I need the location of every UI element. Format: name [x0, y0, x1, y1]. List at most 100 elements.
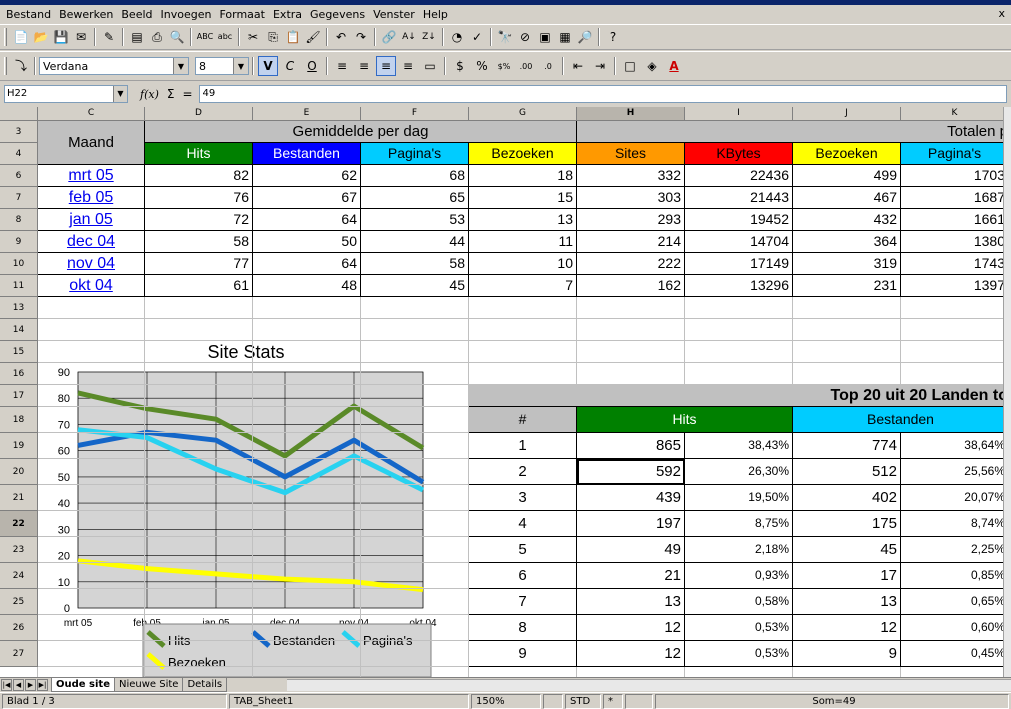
top20-hits-pct[interactable]: 26,30%	[685, 459, 793, 485]
top20-hits[interactable]: 12	[577, 641, 685, 667]
table-cell[interactable]: 64	[253, 253, 361, 275]
table-cell[interactable]: 162	[577, 275, 685, 297]
top20-bestanden[interactable]: 774	[793, 433, 901, 459]
table-cell[interactable]: 62	[253, 165, 361, 187]
align-center-icon[interactable]: ≡	[354, 56, 374, 76]
top20-hits[interactable]: 13	[577, 589, 685, 615]
column-header-H[interactable]: H	[577, 107, 685, 121]
table-cell[interactable]: 1687	[901, 187, 1009, 209]
table-cell[interactable]: 44	[361, 231, 469, 253]
top20-hits-pct[interactable]: 0,53%	[685, 641, 793, 667]
maand-header[interactable]: Maand	[38, 121, 145, 165]
top20-hits[interactable]: 865	[577, 433, 685, 459]
selected-cell[interactable]	[577, 459, 685, 485]
sum-icon[interactable]: Σ	[167, 87, 175, 101]
table-cell[interactable]: 432	[793, 209, 901, 231]
top20-bestanden-pct[interactable]: 0,60%	[901, 615, 1009, 641]
decrease-indent-icon[interactable]: ⇤	[568, 56, 588, 76]
top20-hits[interactable]: 49	[577, 537, 685, 563]
table-cell[interactable]: 45	[361, 275, 469, 297]
row-header-8[interactable]: 8	[0, 209, 38, 231]
hyperlink-icon[interactable]: 🔗	[380, 28, 398, 46]
maand-link[interactable]: jan 05	[38, 209, 145, 231]
table-cell[interactable]: 1743	[901, 253, 1009, 275]
tab-details[interactable]: Details	[182, 678, 228, 692]
borders-icon[interactable]: □	[620, 56, 640, 76]
background-color-icon[interactable]: ◈	[642, 56, 662, 76]
column-header-3[interactable]: Bezoeken	[469, 143, 577, 165]
table-cell[interactable]: 22436	[685, 165, 793, 187]
maand-link[interactable]: okt 04	[38, 275, 145, 297]
maand-link[interactable]: mrt 05	[38, 165, 145, 187]
table-cell[interactable]: 21443	[685, 187, 793, 209]
sort-descending-icon[interactable]: Z↓	[420, 28, 438, 46]
row-header-16[interactable]: 16	[0, 363, 38, 385]
find-replace-icon[interactable]: 🔭	[496, 28, 514, 46]
top20-rank[interactable]: 2	[469, 459, 577, 485]
table-cell[interactable]: 17149	[685, 253, 793, 275]
top20-rank[interactable]: 6	[469, 563, 577, 589]
row-header-22[interactable]: 22	[0, 511, 38, 537]
new-document-icon[interactable]: 📄	[12, 28, 30, 46]
function-icon[interactable]: =	[182, 87, 192, 101]
table-cell[interactable]: 7	[469, 275, 577, 297]
tab-oude-site[interactable]: Oude site	[51, 678, 115, 692]
top20-hits-pct[interactable]: 0,53%	[685, 615, 793, 641]
table-cell[interactable]: 11	[469, 231, 577, 253]
top20-bestanden[interactable]: 175	[793, 511, 901, 537]
maand-link[interactable]: feb 05	[38, 187, 145, 209]
top20-rank[interactable]: 5	[469, 537, 577, 563]
column-header-J[interactable]: J	[793, 107, 901, 121]
menu-item-6[interactable]: Gegevens	[310, 8, 365, 21]
table-cell[interactable]: 13296	[685, 275, 793, 297]
top20-hits[interactable]: 439	[577, 485, 685, 511]
status-mode[interactable]: STD	[565, 694, 601, 709]
row-header-18[interactable]: 18	[0, 407, 38, 433]
menu-item-0[interactable]: Bestand	[6, 8, 51, 21]
next-sheet-icon[interactable]: ▶	[25, 679, 36, 691]
gallery-icon[interactable]: ▣	[536, 28, 554, 46]
align-left-icon[interactable]: ≡	[332, 56, 352, 76]
table-cell[interactable]: 76	[145, 187, 253, 209]
column-header-2[interactable]: Pagina's	[361, 143, 469, 165]
row-header-10[interactable]: 10	[0, 253, 38, 275]
table-cell[interactable]: 14704	[685, 231, 793, 253]
top20-hits-pct[interactable]: 8,75%	[685, 511, 793, 537]
table-cell[interactable]: 67	[253, 187, 361, 209]
table-cell[interactable]: 319	[793, 253, 901, 275]
column-header-5[interactable]: KBytes	[685, 143, 793, 165]
percent-icon[interactable]: %	[472, 56, 492, 76]
menu-item-3[interactable]: Invoegen	[161, 8, 212, 21]
table-cell[interactable]: 82	[145, 165, 253, 187]
table-cell[interactable]: 15	[469, 187, 577, 209]
top20-rank[interactable]: 9	[469, 641, 577, 667]
pdf-export-icon[interactable]: ▤	[128, 28, 146, 46]
row-header-4[interactable]: 4	[0, 143, 38, 165]
top20-title[interactable]: Top 20 uit 20 Landen to	[469, 385, 1009, 407]
column-header-F[interactable]: F	[361, 107, 469, 121]
menu-item-8[interactable]: Help	[423, 8, 448, 21]
row-header-27[interactable]: 27	[0, 641, 38, 667]
menu-item-4[interactable]: Formaat	[219, 8, 265, 21]
name-box[interactable]: H22 ▼	[4, 85, 128, 103]
copy-icon[interactable]: ⎘	[264, 28, 282, 46]
draw-functions-icon[interactable]: ✓	[468, 28, 486, 46]
horizontal-scrollbar[interactable]	[287, 679, 1011, 691]
row-header-24[interactable]: 24	[0, 563, 38, 589]
menu-item-1[interactable]: Bewerken	[59, 8, 113, 21]
table-cell[interactable]: 13	[469, 209, 577, 231]
print-preview-icon[interactable]: 🔍	[168, 28, 186, 46]
remove-decimal-icon[interactable]: .0	[538, 56, 558, 76]
top20-bestanden-pct[interactable]: 25,56%	[901, 459, 1009, 485]
function-wizard-icon[interactable]: f(x)	[140, 88, 159, 101]
column-header-D[interactable]: D	[145, 107, 253, 121]
font-name-combo[interactable]: Verdana ▼	[39, 57, 189, 75]
underline-button[interactable]: O	[302, 56, 322, 76]
cut-icon[interactable]: ✂	[244, 28, 262, 46]
table-cell[interactable]: 61	[145, 275, 253, 297]
top20-bestanden[interactable]: 13	[793, 589, 901, 615]
top20-bestanden-pct[interactable]: 20,07%	[901, 485, 1009, 511]
totalen-header[interactable]: Totalen p	[577, 121, 1009, 143]
top20-bestanden-pct[interactable]: 2,25%	[901, 537, 1009, 563]
row-header-14[interactable]: 14	[0, 319, 38, 341]
